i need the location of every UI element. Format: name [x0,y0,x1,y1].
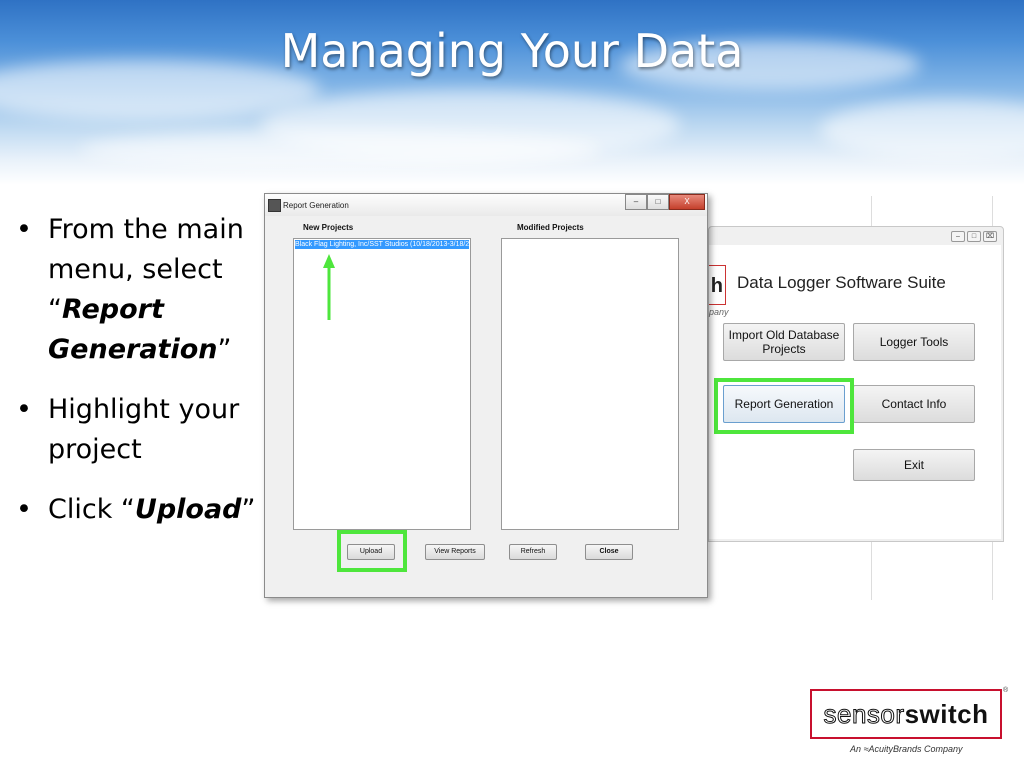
maximize-icon[interactable]: □ [967,231,981,242]
window-controls: – □ X [625,194,705,210]
view-reports-button[interactable]: View Reports [425,544,485,560]
sensorswitch-logo: sensor switch [810,689,1002,739]
bullet-text: Click “ [48,494,135,525]
new-projects-list[interactable]: Black Flag Lighting, Inc/SST Studios (10… [293,238,471,530]
bullet-dot: • [16,394,32,425]
upload-highlight [337,530,407,572]
minimize-icon[interactable]: – [625,194,647,210]
logo-text-light: sensor [823,698,905,729]
bullet-text: Highlight your project [48,394,240,465]
registered-mark: ® [1003,687,1009,694]
bullet-item: • Highlight your project [16,390,261,470]
close-icon[interactable]: X [669,194,705,210]
contact-info-button[interactable]: Contact Info [853,385,975,423]
modified-projects-list[interactable] [501,238,679,530]
logo-tagline: An ≈AcuityBrands Company [850,744,963,754]
maximize-icon[interactable]: □ [647,194,669,210]
bullet-text-end: ” [217,334,232,365]
logger-tools-button[interactable]: Logger Tools [853,323,975,361]
bullet-item: • From the main menu, select “Report Gen… [16,210,261,370]
main-menu-screenshot: – □ ⌧ h pany Data Logger Software Suite … [708,196,1004,600]
import-old-database-button[interactable]: Import Old Database Projects [723,323,845,361]
bullet-list: • From the main menu, select “Report Gen… [16,210,261,550]
project-list-item-selected[interactable]: Black Flag Lighting, Inc/SST Studios (10… [295,240,469,249]
bullet-emphasis: Upload [134,494,242,525]
arrow-up-icon [323,254,335,320]
bullet-dot: • [16,494,32,525]
refresh-button[interactable]: Refresh [509,544,557,560]
logo-text-heavy: switch [904,698,989,729]
company-text-fragment: pany [709,307,729,317]
report-window-icon [268,199,281,212]
new-projects-label: New Projects [303,223,354,232]
bullet-dot: • [16,214,32,245]
window-controls: – □ ⌧ [951,231,997,242]
close-button[interactable]: Close [585,544,633,560]
modified-projects-label: Modified Projects [517,223,584,232]
bullet-emphasis: Report Generation [48,294,218,365]
report-generation-highlight [714,378,854,434]
close-icon[interactable]: ⌧ [983,231,997,242]
report-generation-window: Report Generation – □ X New Projects Mod… [264,193,708,598]
bullet-text-end: ” [241,494,256,525]
window-title: Report Generation [283,201,349,210]
exit-button[interactable]: Exit [853,449,975,481]
bullet-item: • Click “Upload” [16,490,261,530]
minimize-icon[interactable]: – [951,231,965,242]
main-menu-title: Data Logger Software Suite [737,273,946,292]
app-logo-fragment: h [709,265,726,305]
window-titlebar: Report Generation – □ X [265,194,707,216]
slide-title: Managing Your Data [280,24,744,78]
